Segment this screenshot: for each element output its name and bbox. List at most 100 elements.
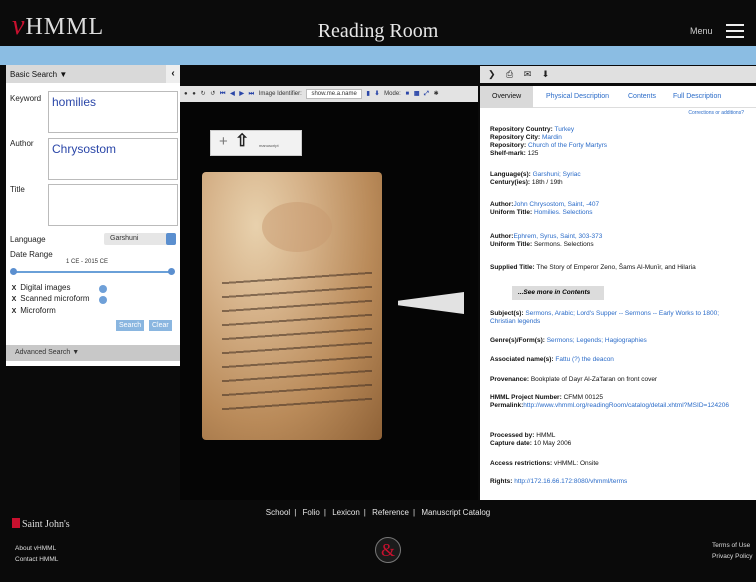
record-panel: Overview Physical Description Contents F… <box>480 86 756 500</box>
first-page-icon[interactable]: ⏮ <box>220 91 225 97</box>
repo-city-link[interactable]: Mardin <box>542 134 562 141</box>
supplied-title: Supplied Title: The Story of Emperor Zen… <box>490 264 696 271</box>
provenance: Provenance: Bookplate of Dayr Al-Za'fara… <box>490 376 658 383</box>
subjects-link[interactable]: Sermons, Arabic; Lord's Supper -- Sermon… <box>490 310 719 325</box>
access: Access restrictions: vHMML: Onsite <box>490 460 599 467</box>
language-link[interactable]: Garshuni; Syriac <box>533 171 581 178</box>
date-range-slider[interactable] <box>10 268 175 275</box>
checkbox-microform[interactable]: X Microform <box>10 306 56 316</box>
stain <box>262 202 332 252</box>
footer-left-links: About vHMML Contact HMML <box>15 543 58 565</box>
slider-handle-start[interactable] <box>10 268 17 275</box>
author-field[interactable]: Chrysostom <box>48 138 178 180</box>
zoom-in-icon[interactable]: + <box>219 133 228 150</box>
info-icon[interactable] <box>99 296 107 304</box>
footer-link-lexicon[interactable]: Lexicon <box>332 508 360 517</box>
repo-country-link[interactable]: Turkey <box>555 126 575 133</box>
contact-link[interactable]: Contact HMML <box>15 554 58 565</box>
footer-link-catalog[interactable]: Manuscript Catalog <box>421 508 490 517</box>
rights: Rights: http://172.16.66.172:8080/vhmml/… <box>490 478 628 485</box>
footer-link-school[interactable]: School <box>266 508 290 517</box>
title-field[interactable] <box>48 184 178 226</box>
navigator-box[interactable]: + ⇧ manuscript <box>210 130 302 156</box>
rights-link[interactable]: http://172.16.66.172:8080/vhmml/terms <box>514 478 627 485</box>
author-block-2: Author:Ephrem, Syrus, Saint, 303-373 Uni… <box>490 233 603 248</box>
grid-mode-icon[interactable]: ▦ <box>414 91 420 97</box>
page-tab-marker <box>398 292 464 314</box>
arrow-up-icon[interactable]: ⇧ <box>235 131 249 151</box>
about-link[interactable]: About vHMML <box>15 543 58 554</box>
manuscript-viewer[interactable]: + ⇧ manuscript <box>180 102 478 500</box>
record-tabs: Overview Physical Description Contents F… <box>480 86 756 108</box>
author-link[interactable]: Ephrem, Syrus, Saint, 303-373 <box>513 233 602 240</box>
tab-physical-description[interactable]: Physical Description <box>546 86 609 108</box>
language-label: Language <box>10 235 46 244</box>
record-actions[interactable]: ❯ ⎙ ✉ ⬇ <box>480 66 756 83</box>
top-bar: vHMML Reading Room Menu <box>0 0 756 46</box>
processing-block: Processed by: HMML Capture date: 10 May … <box>490 432 572 447</box>
language-select[interactable]: Garshuni <box>104 233 176 245</box>
advanced-search-toggle[interactable]: Advanced Search ▼ <box>6 345 180 361</box>
footer-link-reference[interactable]: Reference <box>372 508 409 517</box>
rotate-left-icon[interactable]: ↺ <box>210 91 215 97</box>
manuscript-script <box>222 261 372 413</box>
genres-link[interactable]: Sermons; Legends; Hagiographies <box>547 337 647 344</box>
checkbox-scanned-microform[interactable]: X Scanned microform <box>10 294 90 304</box>
permalink[interactable]: http://www.vhmml.org/readingRoom/catalog… <box>523 402 729 409</box>
tab-full-description[interactable]: Full Description <box>673 86 721 108</box>
names-link[interactable]: Fattu (?) the deacon <box>555 356 614 363</box>
page-icon[interactable]: ▮ <box>366 91 369 97</box>
page-title: Reading Room <box>317 20 439 42</box>
rotate-right-icon[interactable]: ↻ <box>201 91 206 97</box>
slider-handle-end[interactable] <box>168 268 175 275</box>
repository-block: Repository Country: Turkey Repository Ci… <box>490 126 608 157</box>
prev-page-icon[interactable]: ◀ <box>230 91 235 97</box>
repository-link[interactable]: Church of the Forty Martyrs <box>528 142 607 149</box>
hamburger-menu-icon[interactable] <box>726 24 744 38</box>
language-block: Language(s): Garshuni; Syriac Century(ie… <box>490 171 581 186</box>
date-range-label: Date Range <box>10 250 53 259</box>
manuscript-page-image <box>202 172 382 440</box>
footer-right-links: Terms of Use Privacy Policy <box>712 540 756 562</box>
clear-button[interactable]: Clear <box>149 320 172 331</box>
search-panel: Basic Search ▼ ‹ Keyword homilies Author … <box>6 65 180 366</box>
tab-overview[interactable]: Overview <box>480 86 534 108</box>
collapse-panel-button[interactable]: ‹ <box>166 65 180 83</box>
home-icon[interactable]: ● <box>184 91 188 97</box>
footer-link-folio[interactable]: Folio <box>303 508 320 517</box>
checkbox-icon: X <box>11 296 17 303</box>
expand-icon[interactable]: ⤢ <box>424 91 429 97</box>
author-link[interactable]: John Chrysostom, Saint, -407 <box>513 201 599 208</box>
checkbox-icon: X <box>11 308 17 315</box>
fullscreen-icon[interactable]: ● <box>192 91 196 97</box>
project-block: HMML Project Number: CFMM 00125 Permalin… <box>490 394 730 409</box>
info-icon[interactable] <box>99 285 107 293</box>
date-range-value: 1 CE - 2015 CE <box>66 259 109 265</box>
search-mode-selector[interactable]: Basic Search ▼ ‹ <box>6 65 180 83</box>
next-page-icon[interactable]: ▶ <box>239 91 244 97</box>
keyword-field[interactable]: homilies <box>48 91 178 133</box>
blue-band <box>0 46 756 65</box>
checkbox-digital-images[interactable]: X Digital images <box>10 283 71 293</box>
saint-johns-logo[interactable]: Saint John's <box>12 518 70 530</box>
privacy-link[interactable]: Privacy Policy <box>712 551 756 562</box>
download-icon[interactable]: ⬇ <box>374 91 379 97</box>
associated-names: Associated name(s): Fattu (?) the deacon <box>490 356 614 363</box>
uniform-title-link[interactable]: Homilies. Selections <box>534 209 593 216</box>
settings-icon[interactable]: ✱ <box>434 91 439 97</box>
search-button[interactable]: Search <box>116 320 145 331</box>
navigator-label: manuscript <box>259 143 279 148</box>
subjects: Subject(s): Sermons, Arabic; Lord's Supp… <box>490 310 720 325</box>
terms-link[interactable]: Terms of Use <box>712 540 756 551</box>
title-label: Title <box>10 185 25 194</box>
genres: Genre(s)/Form(s): Sermons; Legends; Hagi… <box>490 337 647 344</box>
image-identifier-input[interactable]: show.me.a.name <box>306 89 362 99</box>
ampersand-seal-icon: & <box>375 537 401 563</box>
menu-label[interactable]: Menu <box>690 26 713 36</box>
see-more-button[interactable]: ...See more in Contents <box>512 286 604 300</box>
author-block-1: Author:John Chrysostom, Saint, -407 Unif… <box>490 201 600 216</box>
last-page-icon[interactable]: ⏭ <box>249 91 254 97</box>
corrections-link[interactable]: Corrections or additions? <box>688 110 744 116</box>
tab-contents[interactable]: Contents <box>628 86 656 108</box>
single-mode-icon[interactable]: ■ <box>406 91 410 97</box>
